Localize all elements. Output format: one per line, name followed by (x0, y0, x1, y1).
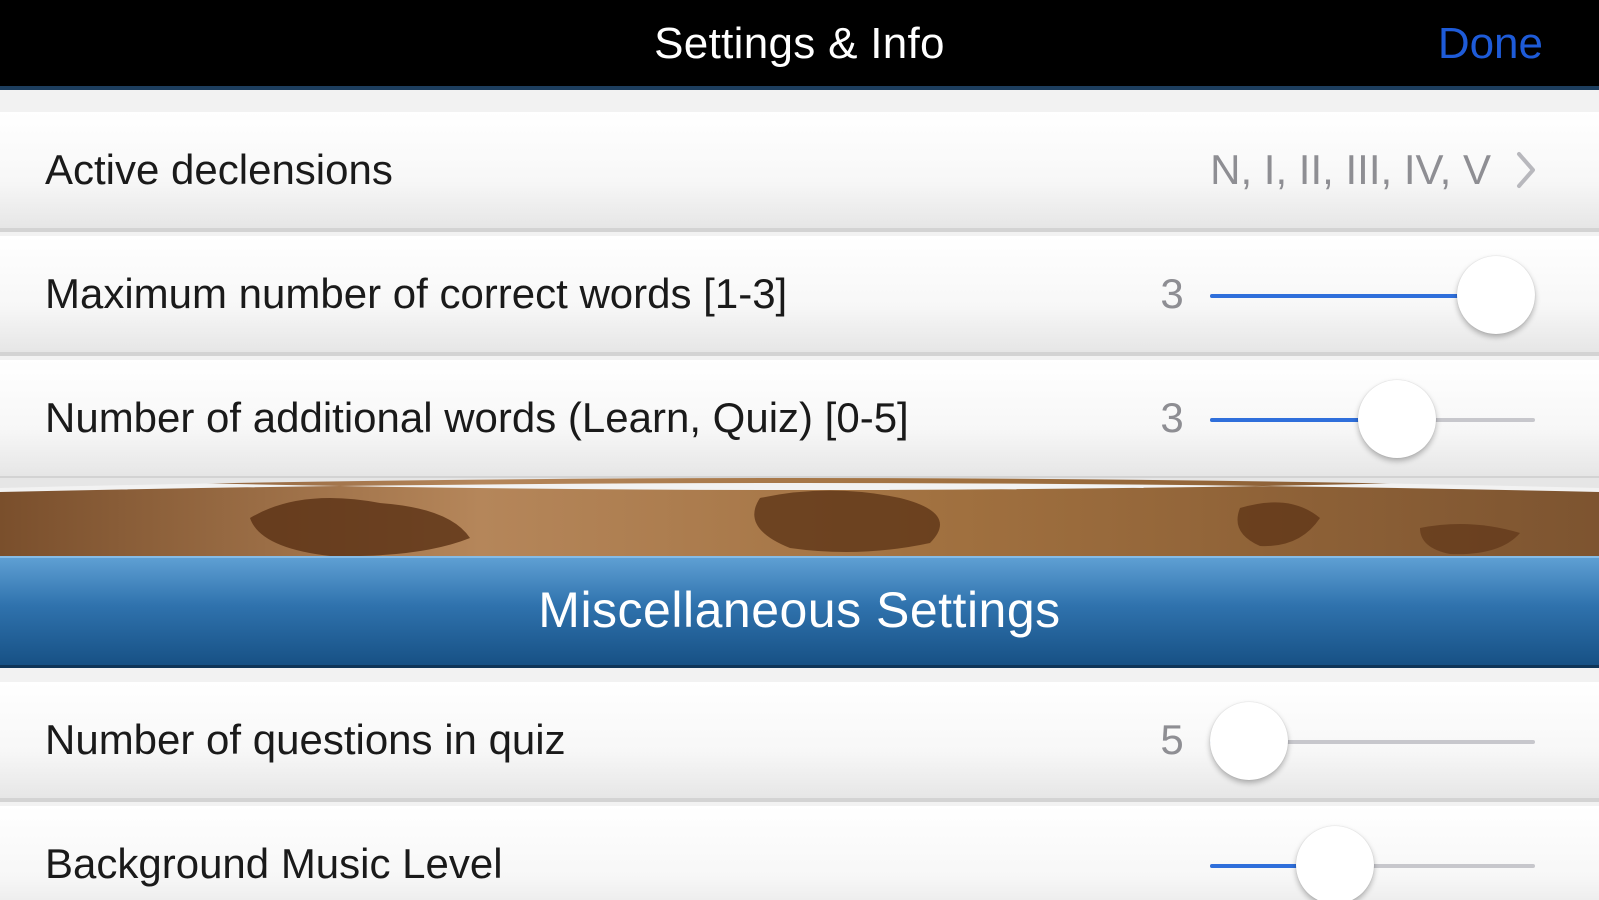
quiz-questions-slider[interactable] (1210, 702, 1535, 780)
active-declensions-value: N, I, II, III, IV, V (1210, 146, 1491, 193)
slider-thumb[interactable] (1358, 380, 1437, 458)
section-header: Miscellaneous Settings (0, 556, 1599, 668)
additional-words-label: Number of additional words (Learn, Quiz)… (45, 394, 909, 441)
music-level-label: Background Music Level (45, 840, 503, 887)
max-correct-words-label: Maximum number of correct words [1-3] (45, 270, 788, 317)
music-level-row: Background Music Level (0, 806, 1599, 900)
slider-thumb[interactable] (1296, 826, 1375, 900)
slider-fill (1210, 294, 1496, 298)
quiz-questions-row: Number of questions in quiz 5 (0, 682, 1599, 802)
nav-title: Settings & Info (654, 19, 945, 68)
section-title: Miscellaneous Settings (538, 582, 1061, 638)
active-declensions-row[interactable]: Active declensions N, I, II, III, IV, V (0, 112, 1599, 232)
additional-words-value: 3 (1160, 394, 1184, 441)
active-declensions-label: Active declensions (45, 146, 393, 193)
background-map-image (0, 478, 1599, 558)
additional-words-row: Number of additional words (Learn, Quiz)… (0, 360, 1599, 480)
additional-words-slider[interactable] (1210, 380, 1535, 458)
done-button[interactable]: Done (1438, 0, 1543, 88)
map-texture (0, 478, 1599, 558)
settings-screen: Settings & Info Done Active declensions … (0, 0, 1599, 900)
music-level-slider[interactable] (1210, 826, 1535, 900)
max-correct-words-value: 3 (1160, 270, 1184, 317)
max-correct-words-row: Maximum number of correct words [1-3] 3 (0, 236, 1599, 356)
navigation-bar: Settings & Info Done (0, 0, 1599, 90)
max-correct-words-slider[interactable] (1210, 256, 1535, 334)
quiz-questions-label: Number of questions in quiz (45, 716, 566, 763)
quiz-questions-value: 5 (1160, 716, 1184, 763)
slider-thumb[interactable] (1210, 702, 1288, 780)
chevron-right-icon (1517, 152, 1535, 188)
slider-thumb[interactable] (1457, 256, 1535, 334)
